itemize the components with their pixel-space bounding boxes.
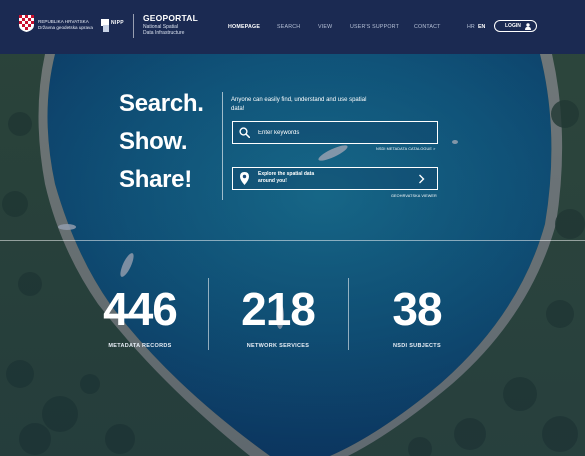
lang-en[interactable]: EN	[478, 24, 485, 30]
croatian-coat-of-arms-icon	[19, 15, 34, 32]
geohrvatska-viewer-link[interactable]: GEOHRVATSKA VIEWER	[391, 194, 437, 198]
stat-metadata-records-number: 446	[103, 283, 178, 335]
explore-text-line-2: around you!	[258, 178, 287, 184]
tagline-search: Search.	[119, 90, 204, 117]
stat-network-services-label: NETWORK SERVICES	[246, 343, 310, 349]
hero-intro-text: Anyone can easily find, understand and u…	[231, 97, 367, 112]
hero-horizontal-divider	[0, 240, 585, 241]
nav-search[interactable]: SEARCH	[277, 24, 300, 30]
stat-nsdi-subjects-number: 38	[392, 283, 442, 335]
geoportal-subtitle-line-2: Data Infrastructure	[143, 30, 185, 36]
login-button[interactable]: LOGIN	[494, 20, 537, 32]
nav-contact[interactable]: CONTACT	[414, 24, 441, 30]
tagline-show: Show.	[119, 128, 188, 155]
stat-network-services-number: 218	[241, 283, 316, 335]
geoportal-homepage: REPUBLIKA HRVATSKA Državna geodetska upr…	[0, 0, 585, 456]
organization-name: REPUBLIKA HRVATSKA Državna geodetska upr…	[38, 19, 93, 31]
search-box[interactable]	[232, 121, 438, 144]
header-divider	[133, 14, 134, 38]
search-input[interactable]	[258, 126, 428, 139]
lang-hr[interactable]: HR	[467, 24, 475, 30]
hero-divider	[222, 92, 223, 200]
explore-text: Explore the spatial data around you!	[258, 171, 408, 185]
geoportal-subtitle: National Spatial Data Infrastructure	[143, 24, 184, 36]
metadata-catalogue-link[interactable]: NSDI METADATA CATALOGUE >	[376, 147, 435, 151]
nipp-logo-icon	[101, 19, 109, 32]
nav-users-support[interactable]: USER'S SUPPORT	[350, 24, 399, 30]
stat-divider	[348, 278, 349, 350]
map-pin-icon	[240, 172, 249, 185]
tagline-share: Share!	[119, 166, 192, 193]
stat-metadata-records-label: METADATA RECORDS	[108, 343, 172, 349]
stat-nsdi-subjects-label: NSDI SUBJECTS	[393, 343, 441, 349]
header: REPUBLIKA HRVATSKA Državna geodetska upr…	[0, 0, 585, 54]
explore-text-line-1: Explore the spatial data	[258, 171, 315, 177]
login-label: LOGIN	[505, 23, 521, 29]
org-line-2: Državna geodetska uprava	[38, 25, 93, 30]
nav-view[interactable]: VIEW	[318, 24, 332, 30]
hero-section	[0, 54, 585, 456]
nav-homepage[interactable]: HOMEPAGE	[228, 24, 260, 30]
aerial-bay-background	[0, 54, 585, 456]
explore-spatial-data-button[interactable]: Explore the spatial data around you!	[232, 167, 438, 190]
stat-divider	[208, 278, 209, 350]
geoportal-title[interactable]: GEOPORTAL	[143, 13, 198, 23]
user-icon	[525, 23, 531, 30]
nipp-logo-label: NIPP	[111, 20, 124, 26]
search-icon[interactable]	[239, 127, 250, 138]
chevron-right-icon	[419, 174, 425, 184]
